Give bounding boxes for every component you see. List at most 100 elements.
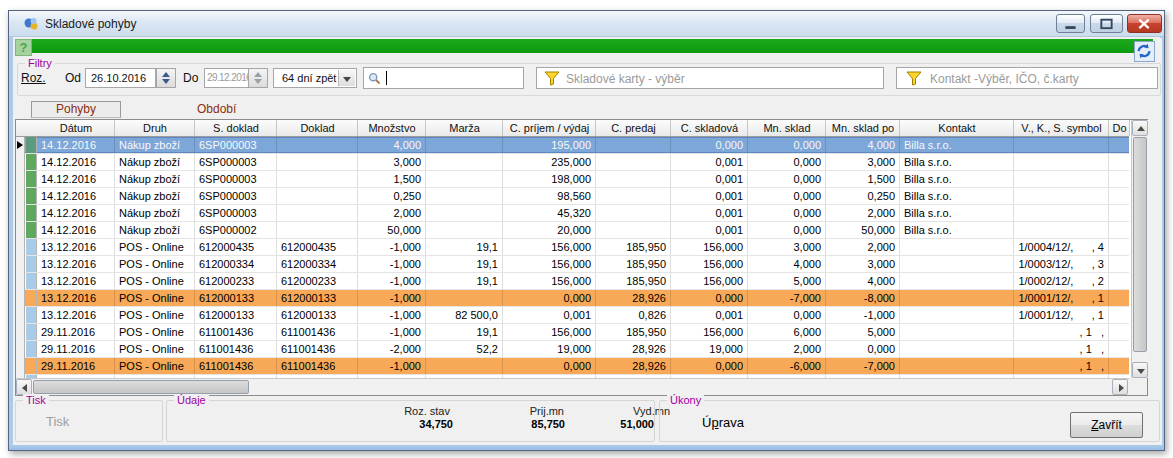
vertical-scrollbar[interactable]	[1131, 120, 1148, 378]
column-header[interactable]: Marža	[427, 120, 503, 136]
close-button[interactable]	[1127, 14, 1162, 33]
table-row[interactable]: 14.12.2016Nákup zboží6SP0000034,000195,0…	[16, 137, 1129, 154]
table-row[interactable]: 14.12.2016Nákup zboží6SP00000250,00020,0…	[16, 222, 1129, 239]
table-cell	[1110, 256, 1129, 272]
table-cell: 612000133	[196, 307, 277, 323]
contact-filter-input[interactable]: Kontakt -Výběr, IČO, č.karty	[896, 67, 1158, 89]
table-cell: 0,826	[597, 307, 671, 323]
table-cell	[427, 188, 503, 204]
vertical-scroll-thumb[interactable]	[1133, 137, 1147, 352]
row-selector[interactable]	[16, 222, 25, 239]
date-to-input[interactable]: 29.12.2016	[204, 68, 250, 88]
column-header[interactable]: C. príjem / výdaj	[504, 120, 596, 136]
column-header[interactable]: C. predaj	[597, 120, 671, 136]
scroll-right-button[interactable]	[1112, 379, 1128, 395]
date-from-spinner[interactable]	[156, 68, 176, 88]
table-cell: 98,560	[504, 188, 596, 204]
tab-pohyby[interactable]: Pohyby	[31, 101, 121, 118]
cards-filter-input[interactable]: Skladové karty - výběr	[536, 67, 884, 89]
client-area: ? Filtry Roz. Od 26.10.2016 Do 29.12.201…	[13, 38, 1162, 445]
search-input[interactable]	[363, 67, 524, 89]
row-selector[interactable]	[16, 205, 25, 222]
chevron-down-icon[interactable]	[338, 70, 355, 86]
row-selector[interactable]	[16, 358, 25, 375]
table-cell: 52,2	[427, 341, 503, 357]
row-selector[interactable]	[16, 256, 25, 273]
column-header[interactable]: Dátum	[38, 120, 115, 136]
table-cell	[901, 256, 1014, 272]
contact-filter-placeholder: Kontakt -Výběr, IČO, č.karty	[930, 72, 1079, 86]
row-selector[interactable]	[16, 341, 25, 358]
column-header[interactable]: V., K., S. symbol	[1015, 120, 1109, 136]
scroll-up-button[interactable]	[1132, 120, 1148, 136]
row-selector[interactable]	[16, 154, 25, 171]
column-header[interactable]: Mn. sklad	[749, 120, 826, 136]
table-row[interactable]: 13.12.2016POS - Online612000133612000133…	[16, 290, 1129, 307]
maximize-button[interactable]	[1090, 14, 1123, 33]
table-cell: Nákup zboží	[116, 171, 195, 187]
table-cell: 156,000	[672, 273, 748, 289]
table-row[interactable]: 14.12.2016Nákup zboží6SP0000032,00045,32…	[16, 205, 1129, 222]
close-window-button[interactable]: Zavřít	[1070, 412, 1143, 438]
table-cell: 14.12.2016	[38, 171, 115, 187]
row-selector[interactable]	[16, 307, 25, 324]
tisk-action[interactable]: Tisk	[46, 414, 69, 429]
table-row[interactable]: 14.12.2016Nákup zboží6SP0000030,25098,56…	[16, 188, 1129, 205]
minimize-button[interactable]	[1056, 14, 1085, 33]
row-selector[interactable]	[16, 239, 25, 256]
table-cell: 0,250	[827, 188, 900, 204]
window-title: Skladové pohyby	[45, 17, 136, 31]
table-cell: 19,1	[427, 273, 503, 289]
table-cell	[427, 205, 503, 221]
scroll-down-button[interactable]	[1132, 362, 1148, 378]
search-icon	[368, 72, 381, 85]
table-cell: 0,001	[672, 154, 748, 170]
table-cell: 6SP000003	[196, 171, 277, 187]
column-header[interactable]: Mn. sklad po	[827, 120, 900, 136]
table-cell	[427, 222, 503, 238]
table-cell: 185,950	[597, 324, 671, 340]
table-row[interactable]: 14.12.2016Nákup zboží6SP0000031,500198,0…	[16, 171, 1129, 188]
table-cell: POS - Online	[116, 239, 195, 255]
row-selector[interactable]	[16, 171, 25, 188]
column-header[interactable]: Množstvo	[359, 120, 426, 136]
row-selector[interactable]	[16, 290, 25, 307]
horizontal-scroll-thumb[interactable]	[33, 380, 249, 394]
column-header[interactable]: Kontakt	[901, 120, 1014, 136]
table-row[interactable]: 13.12.2016POS - Online612000435612000435…	[16, 239, 1129, 256]
column-header[interactable]: C. skladová	[672, 120, 748, 136]
roz-link[interactable]: Roz.	[21, 71, 46, 85]
table-cell: 14.12.2016	[38, 222, 115, 238]
column-header[interactable]: Doklad	[278, 120, 358, 136]
table-row[interactable]: 14.12.2016Nákup zboží6SP0000033,000235,0…	[16, 154, 1129, 171]
row-selector[interactable]	[16, 137, 25, 154]
column-header[interactable]: S. doklad	[196, 120, 277, 136]
filter-funnel-icon	[906, 71, 922, 86]
date-from-input[interactable]: 26.10.2016	[85, 68, 156, 88]
table-row[interactable]: 13.12.2016POS - Online612000233612000233…	[16, 273, 1129, 290]
udaje-group: Údaje Roz. stav 34,750 Prij.mn 85,750 Vy…	[166, 400, 655, 442]
table-row[interactable]: 29.11.2016POS - Online611001436611001436…	[16, 358, 1129, 375]
scroll-left-button[interactable]	[16, 379, 32, 395]
table-cell	[427, 154, 503, 170]
row-selector[interactable]	[16, 273, 25, 290]
row-selector[interactable]	[16, 188, 25, 205]
table-row[interactable]: 13.12.2016POS - Online612000334612000334…	[16, 256, 1129, 273]
table-cell: 611001436	[278, 341, 358, 357]
table-cell: 2,000	[359, 205, 426, 221]
column-header[interactable]: Druh	[116, 120, 195, 136]
uprava-action[interactable]: Úprava	[702, 415, 744, 430]
table-row[interactable]: 29.11.2016POS - Online611001436611001436…	[16, 341, 1129, 358]
horizontal-scrollbar[interactable]	[16, 378, 1130, 395]
help-button[interactable]: ?	[15, 39, 32, 56]
row-selector[interactable]	[16, 324, 25, 341]
table-row[interactable]: 29.11.2016POS - Online611001436611001436…	[16, 324, 1129, 341]
range-combobox[interactable]: 64 dní zpět	[273, 68, 357, 88]
tab-obdobi[interactable]: Období	[197, 102, 236, 116]
table-cell: 29.11.2016	[38, 358, 115, 374]
table-row[interactable]: 13.12.2016POS - Online612000133612000133…	[16, 307, 1129, 324]
date-to-spinner[interactable]	[248, 68, 268, 88]
refresh-icon[interactable]	[1134, 41, 1155, 62]
column-header[interactable]: Do	[1110, 120, 1130, 136]
table-cell	[427, 137, 503, 153]
